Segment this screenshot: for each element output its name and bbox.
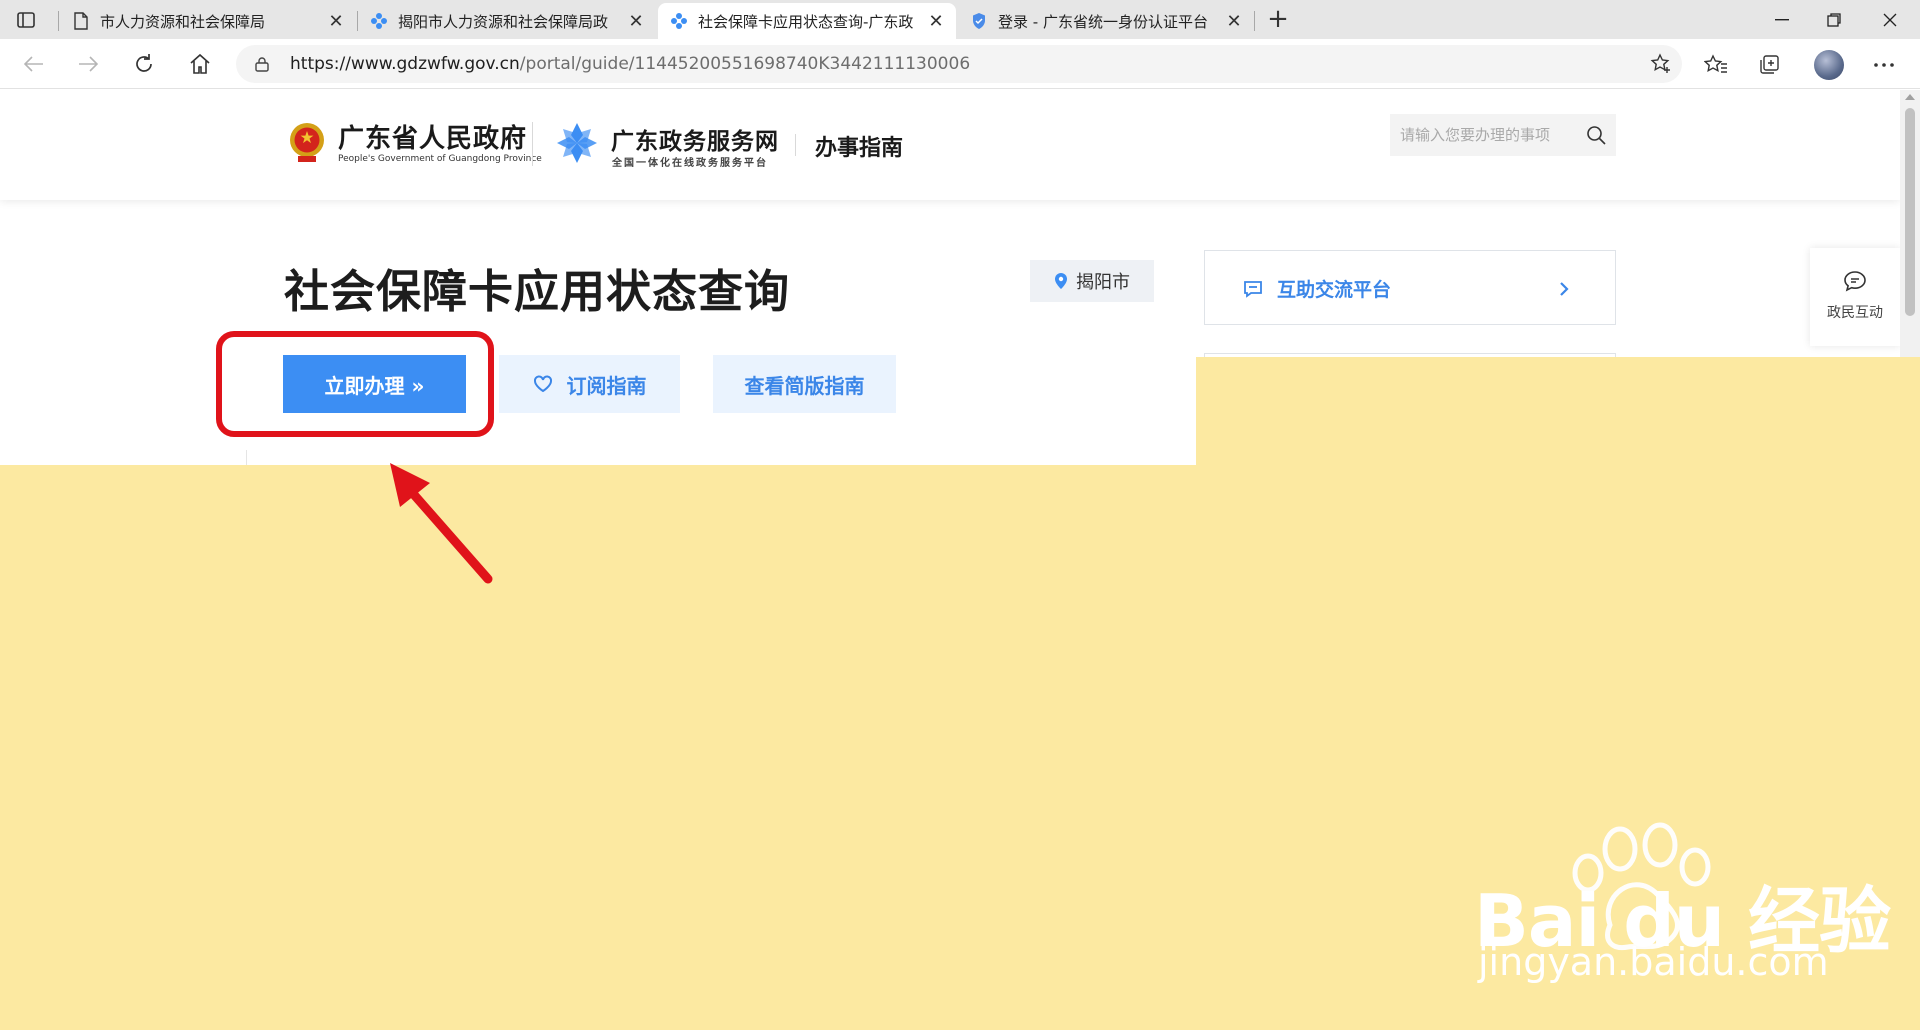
restore-button[interactable] [1806, 0, 1862, 39]
tab-title: 社会保障卡应用状态查询-广东政 [698, 12, 914, 31]
minimize-button[interactable] [1754, 0, 1810, 39]
red-arrow-icon [390, 463, 493, 584]
tab-close-icon[interactable]: ✕ [926, 11, 946, 32]
tab-close-icon[interactable]: ✕ [626, 11, 646, 32]
url-path: /portal/guide/11445200551698740K34421111… [519, 54, 971, 74]
tab-title: 市人力资源和社会保障局 [100, 12, 266, 31]
tab-separator [58, 11, 59, 31]
address-bar[interactable]: https://www.gdzwfw.gov.cn/portal/guide/1… [236, 45, 1682, 83]
header-divider [795, 134, 796, 156]
gdzw-logo-icon [557, 123, 597, 163]
scrollbar-thumb[interactable] [1905, 108, 1915, 316]
subscribe-guide-button[interactable]: 订阅指南 [499, 355, 680, 413]
chat-bubble-icon [1844, 271, 1866, 292]
portal-name: 广东政务服务网 [611, 129, 779, 155]
simple-guide-button[interactable]: 查看简版指南 [713, 355, 896, 413]
tab-close-icon[interactable]: ✕ [326, 11, 346, 32]
tab-actions-icon[interactable] [14, 8, 38, 32]
watermark-site: jingyan.baidu.com [1478, 940, 1829, 984]
site-header: 广东省人民政府 People's Government of Guangdong… [0, 90, 1900, 200]
chevron-right-icon [1560, 282, 1569, 296]
refresh-button[interactable] [128, 48, 160, 80]
home-button[interactable] [184, 48, 216, 80]
national-emblem-icon [290, 123, 324, 162]
page-icon [72, 12, 90, 30]
tab-3-active[interactable]: 社会保障卡应用状态查询-广东政 ✕ [658, 3, 956, 39]
mutual-help-card[interactable]: 互助交流平台 [1204, 250, 1616, 325]
location-pin-icon [1055, 273, 1067, 289]
gov-name: 广东省人民政府 [338, 124, 528, 154]
lock-icon[interactable] [254, 56, 270, 72]
tab-4[interactable]: 登录 - 广东省统一身份认证平台 ✕ [958, 3, 1254, 39]
tab-title: 登录 - 广东省统一身份认证平台 [998, 12, 1208, 31]
region-label: 揭阳市 [1076, 272, 1130, 293]
gdzw-icon [370, 12, 388, 30]
heart-icon [533, 375, 552, 393]
browser-tabstrip: 市人力资源和社会保障局 ✕ 揭阳市人力资源和社会保障局政 ✕ 社会保障卡应用状态… [0, 0, 1920, 39]
header-divider [532, 122, 533, 166]
profile-avatar[interactable] [1814, 50, 1844, 80]
more-menu-icon[interactable] [1870, 51, 1898, 79]
close-window-button[interactable] [1862, 0, 1918, 39]
search-icon[interactable] [1586, 125, 1606, 145]
red-highlight-box [216, 331, 494, 437]
tab-2[interactable]: 揭阳市人力资源和社会保障局政 ✕ [358, 3, 656, 39]
url-text: https://www.gdzwfw.gov.cn/portal/guide/1… [290, 45, 970, 83]
add-favorite-icon[interactable] [1650, 53, 1672, 75]
subscribe-guide-label: 订阅指南 [566, 373, 647, 398]
message-board-icon [1244, 281, 1262, 298]
shield-icon [970, 12, 988, 30]
new-tab-button[interactable]: + [1264, 6, 1292, 34]
section-name: 办事指南 [815, 136, 904, 161]
favorites-icon[interactable] [1702, 51, 1730, 79]
collections-icon[interactable] [1756, 51, 1784, 79]
tab-title: 揭阳市人力资源和社会保障局政 [398, 12, 609, 31]
scroll-up-icon[interactable] [1905, 94, 1915, 100]
site-search [1390, 114, 1616, 156]
region-selector[interactable]: 揭阳市 [1030, 260, 1154, 302]
float-tool-label: 政民互动 [1827, 305, 1883, 321]
site-search-input[interactable] [1390, 114, 1580, 156]
tab-separator [1254, 11, 1255, 31]
mutual-help-title: 互助交流平台 [1277, 279, 1392, 301]
tab-1[interactable]: 市人力资源和社会保障局 ✕ [60, 3, 356, 39]
float-interaction-tool[interactable]: 政民互动 [1810, 248, 1900, 346]
tab-close-icon[interactable]: ✕ [1224, 11, 1244, 32]
back-button[interactable] [18, 48, 50, 80]
browser-toolbar: https://www.gdzwfw.gov.cn/portal/guide/1… [0, 39, 1920, 89]
page-title: 社会保障卡应用状态查询 [284, 265, 791, 318]
gov-name-en: People's Government of Guangdong Provinc… [338, 154, 542, 164]
gdzw-icon [670, 12, 688, 30]
url-host: https://www.gdzwfw.gov.cn [290, 54, 520, 74]
portal-subtitle: 全国一体化在线政务服务平台 [612, 158, 768, 169]
forward-button[interactable] [72, 48, 104, 80]
